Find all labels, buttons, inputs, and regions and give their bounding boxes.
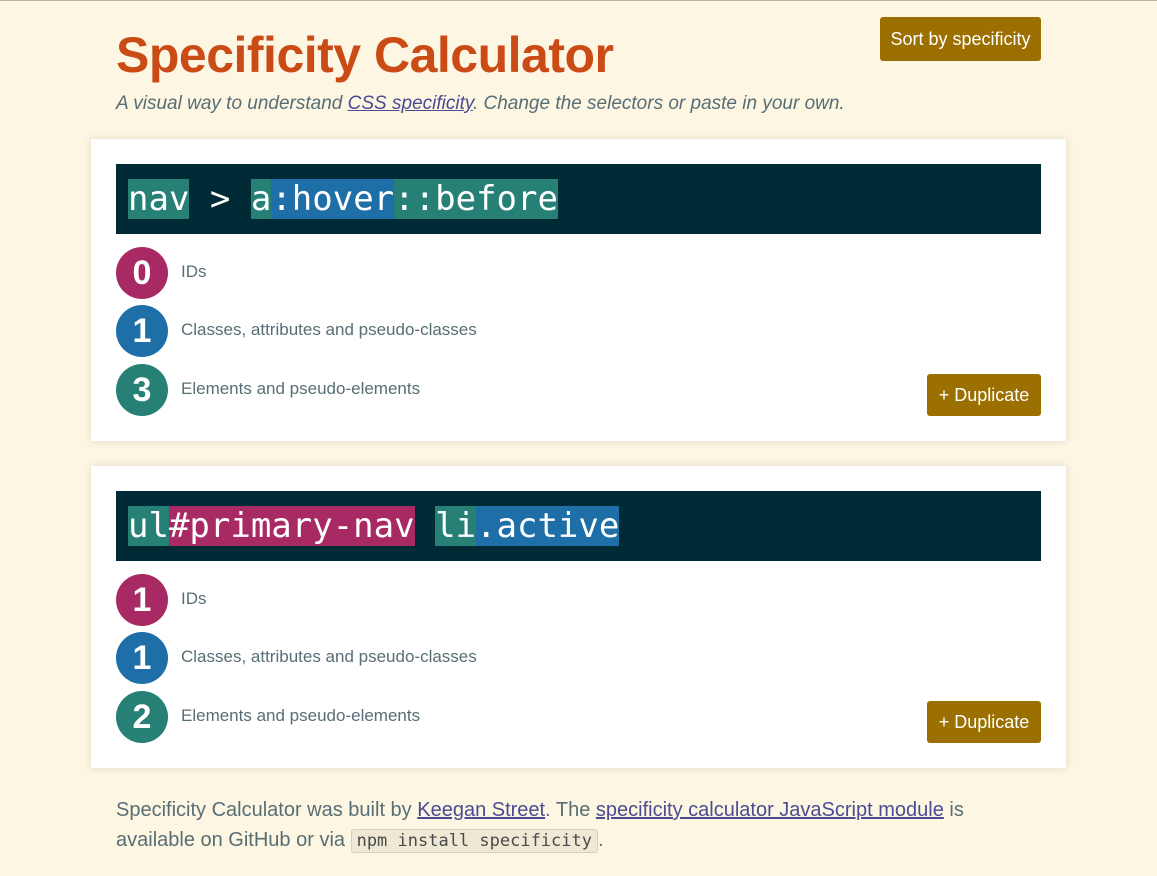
selector-token: > xyxy=(189,178,251,219)
selector-token: nav xyxy=(128,178,190,219)
element-count-label: Elements and pseudo-elements xyxy=(181,379,421,398)
class-count-label: Classes, attributes and pseudo-classes xyxy=(181,647,477,666)
selector-token: #primary-nav xyxy=(168,505,415,546)
id-count-badge: 1 xyxy=(116,574,168,626)
selector-input[interactable]: ul#primary-nav li.active xyxy=(116,491,1041,561)
selector-token: ::before xyxy=(394,178,558,219)
css-specificity-link[interactable]: CSS specificity xyxy=(348,93,473,114)
subtitle-text-after: . Change the selectors or paste in your … xyxy=(472,93,845,114)
selector-token: ul xyxy=(128,505,169,546)
element-count-badge: 2 xyxy=(116,691,168,743)
element-count-badge: 3 xyxy=(116,364,168,416)
selector-token: li xyxy=(435,505,477,546)
duplicate-button[interactable]: + Duplicate xyxy=(927,374,1041,416)
js-module-link[interactable]: specificity calculator JavaScript module xyxy=(596,799,944,821)
element-count-row: 3 Elements and pseudo-elements xyxy=(116,364,716,416)
npm-install-code: npm install specificity xyxy=(350,829,598,853)
class-count-row: 1 Classes, attributes and pseudo-classes xyxy=(116,632,716,684)
selector-card: ul#primary-nav li.active 1 IDs 1 Classes… xyxy=(91,466,1066,768)
selector-token xyxy=(415,506,435,546)
page-title: Specificity Calculator xyxy=(116,27,614,83)
id-count-label: IDs xyxy=(181,262,207,281)
class-count-row: 1 Classes, attributes and pseudo-classes xyxy=(116,305,716,357)
duplicate-button[interactable]: + Duplicate xyxy=(927,701,1041,743)
selector-card: nav > a:hover::before 0 IDs 1 Classes, a… xyxy=(91,139,1066,441)
keegan-street-link[interactable]: Keegan Street xyxy=(417,799,545,821)
class-count-badge: 1 xyxy=(116,305,168,357)
class-count-label: Classes, attributes and pseudo-classes xyxy=(181,320,477,339)
class-count-badge: 1 xyxy=(116,632,168,684)
footer-text: Specificity Calculator was built by Keeg… xyxy=(116,795,1016,856)
footer-text-1: Specificity Calculator was built by xyxy=(116,799,418,821)
selector-input[interactable]: nav > a:hover::before xyxy=(116,164,1041,234)
page-subtitle: A visual way to understand CSS specifici… xyxy=(116,92,845,116)
element-count-label: Elements and pseudo-elements xyxy=(181,706,421,725)
subtitle-text-before: A visual way to understand xyxy=(116,93,348,114)
selector-token: .active xyxy=(476,505,620,546)
selector-token: :hover xyxy=(271,178,395,219)
id-count-row: 1 IDs xyxy=(116,574,716,626)
footer-text-2: . The xyxy=(545,799,596,821)
sort-by-specificity-button[interactable]: Sort by specificity xyxy=(880,17,1041,61)
element-count-row: 2 Elements and pseudo-elements xyxy=(116,691,716,743)
id-count-badge: 0 xyxy=(116,247,168,299)
selector-token: a xyxy=(250,178,272,219)
footer-text-4: . xyxy=(597,829,604,851)
id-count-row: 0 IDs xyxy=(116,247,716,299)
id-count-label: IDs xyxy=(181,589,207,608)
